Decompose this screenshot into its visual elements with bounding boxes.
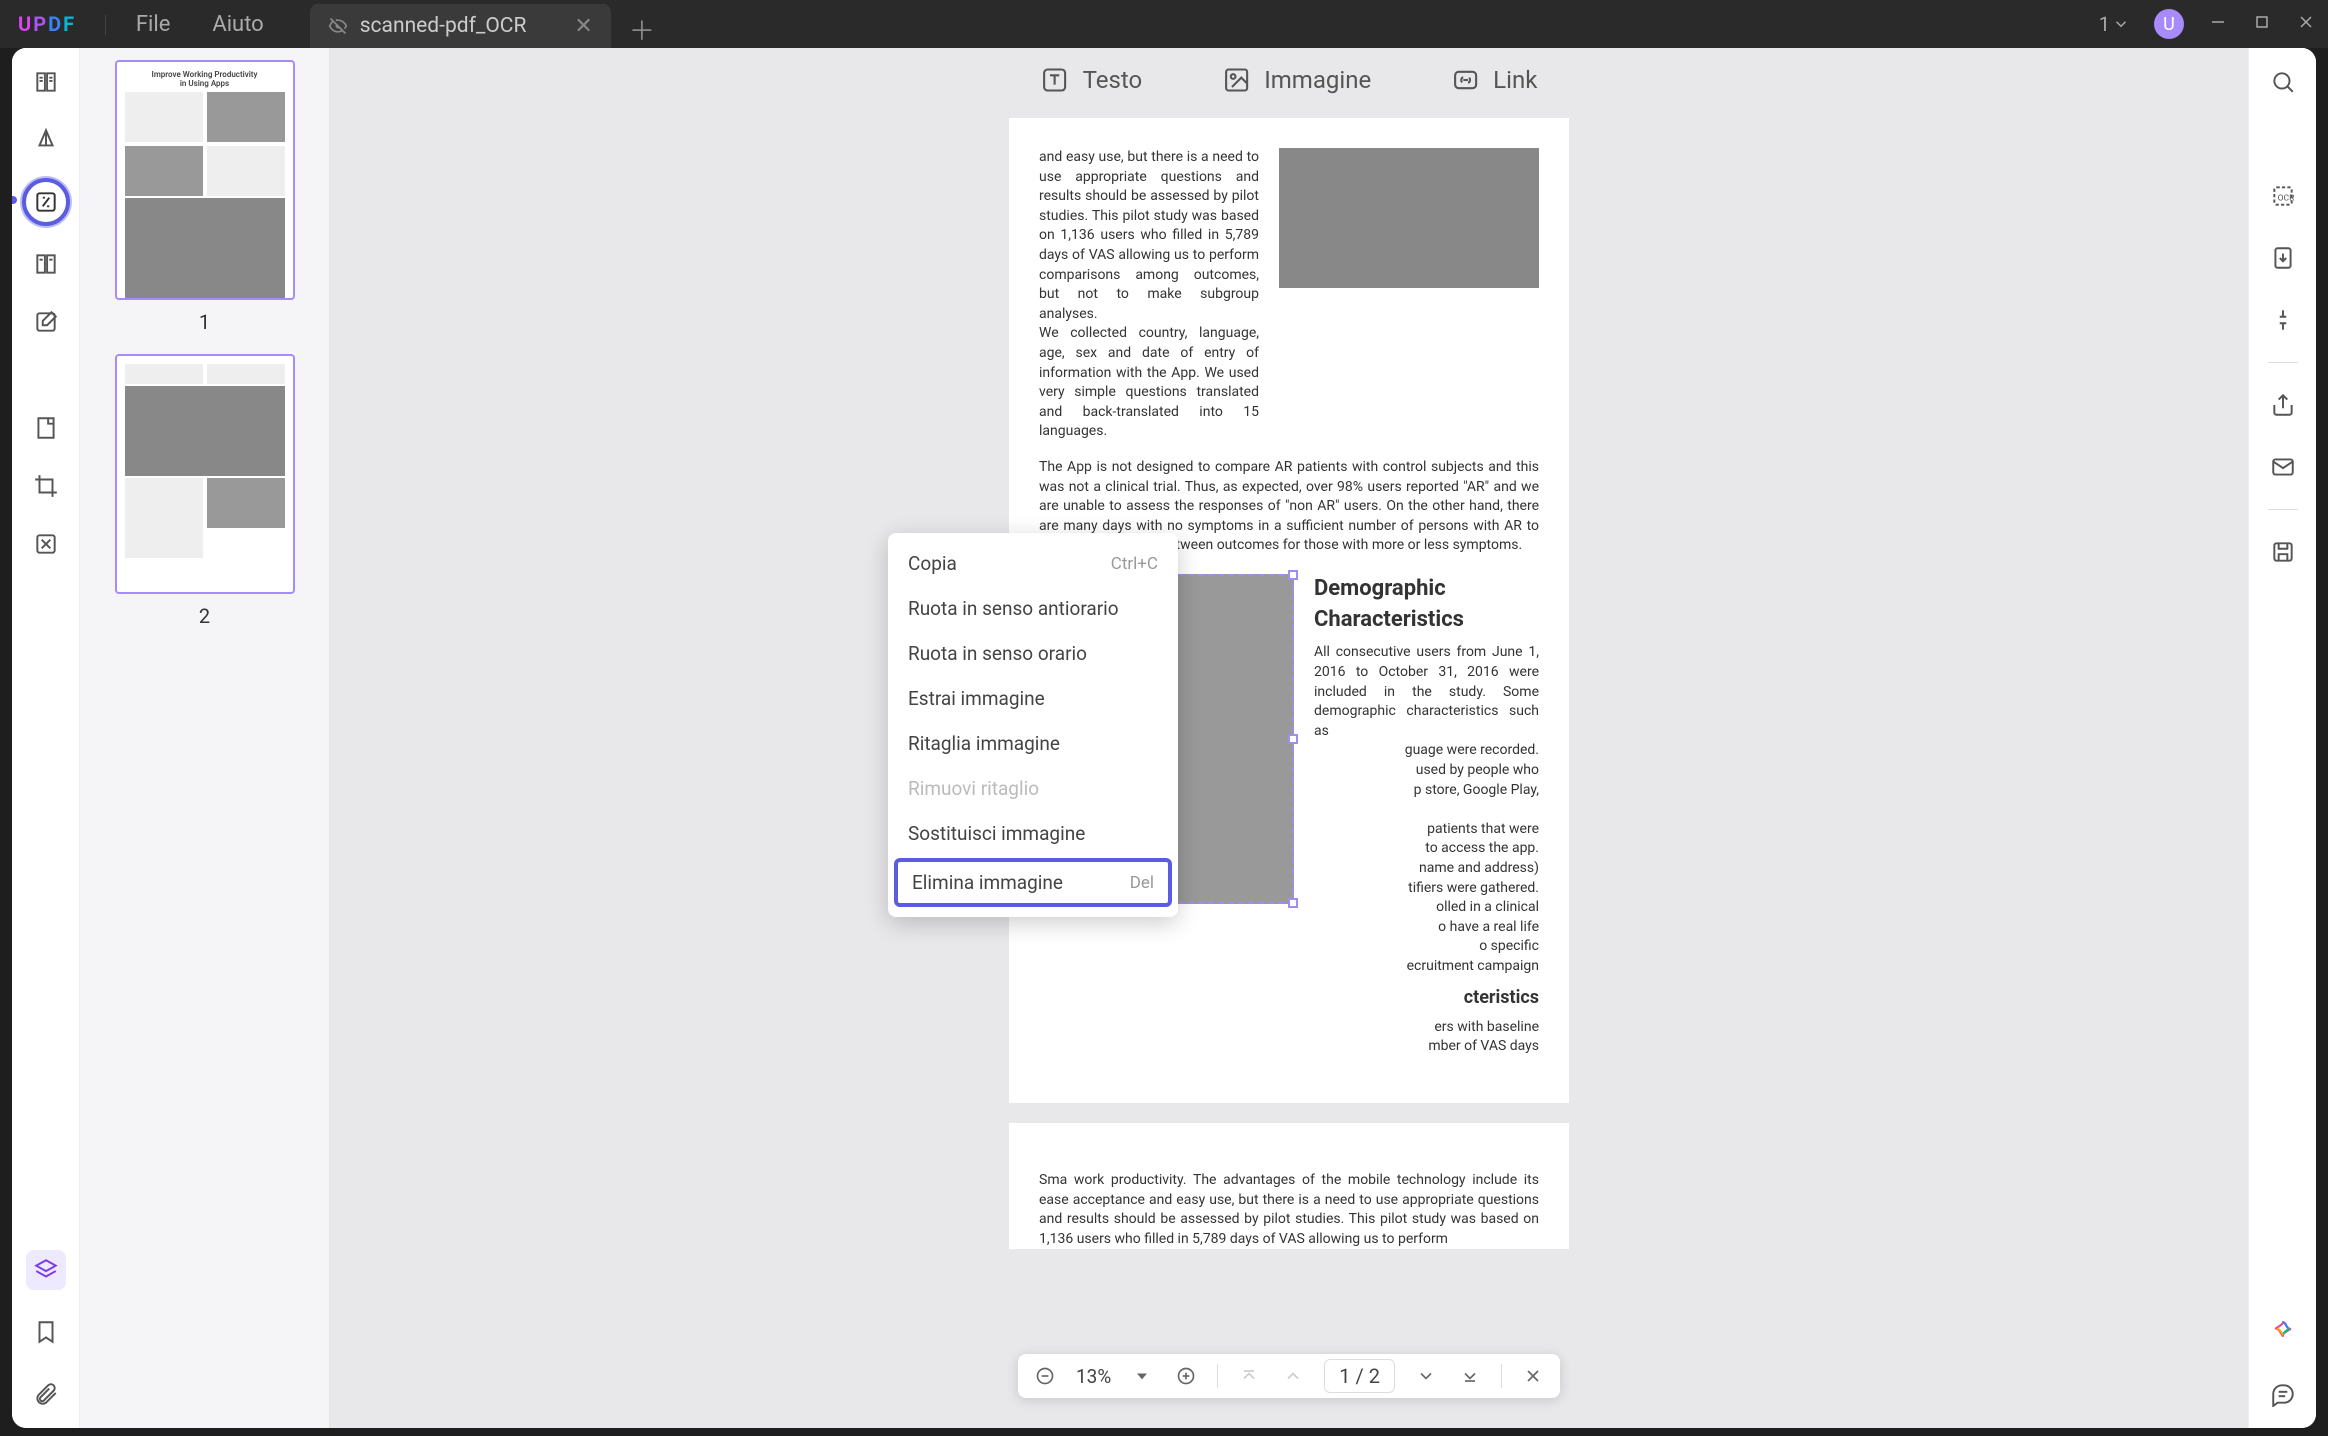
body-text: Sma work productivity. The advantages of…: [1039, 1171, 1539, 1249]
document-page-2[interactable]: Sma work productivity. The advantages of…: [1009, 1123, 1569, 1249]
resize-handle[interactable]: [1288, 898, 1298, 908]
active-tool-dot: [12, 196, 17, 204]
zoom-out-button[interactable]: [1032, 1363, 1058, 1389]
body-text: We collected country, language, age, sex…: [1039, 324, 1259, 442]
ctx-rotate-cw[interactable]: Ruota in senso orario: [888, 631, 1178, 676]
avatar[interactable]: U: [2154, 9, 2184, 39]
ai-icon: [2270, 1319, 2296, 1345]
new-tab-button[interactable]: ＋: [629, 11, 655, 48]
save-button[interactable]: [2263, 532, 2303, 572]
context-menu: Copia Ctrl+C Ruota in senso antiorario R…: [888, 533, 1178, 917]
ctx-extract[interactable]: Estrai immagine: [888, 676, 1178, 721]
close-button[interactable]: [2296, 14, 2316, 34]
thumbnail-number: 1: [199, 310, 210, 334]
link-icon: [1451, 66, 1479, 94]
resize-handle[interactable]: [1288, 734, 1298, 744]
thumbnail-page-1[interactable]: Improve Working Productivityin Using App…: [115, 60, 295, 300]
menu-file[interactable]: File: [136, 12, 171, 37]
image-icon: [1222, 66, 1250, 94]
page-tool[interactable]: [26, 408, 66, 448]
app-logo: UPDF: [18, 12, 75, 36]
separator: |: [103, 10, 108, 38]
ctx-rotate-ccw[interactable]: Ruota in senso antiorario: [888, 586, 1178, 631]
zoom-in-button[interactable]: [1173, 1363, 1199, 1389]
comment-tool[interactable]: [26, 120, 66, 160]
tab-link[interactable]: Link: [1451, 66, 1537, 94]
share-button[interactable]: [2263, 385, 2303, 425]
ctx-delete[interactable]: Elimina immagine Del: [894, 858, 1172, 907]
redact-tool[interactable]: [26, 524, 66, 564]
next-page-button[interactable]: [1413, 1363, 1439, 1389]
close-zoom-bar-button[interactable]: [1520, 1363, 1546, 1389]
tab-close-button[interactable]: ✕: [574, 14, 592, 39]
layers-tool[interactable]: [26, 1250, 66, 1290]
page-indicator[interactable]: 1: [2099, 12, 2130, 36]
ctx-replace[interactable]: Sostituisci immagine: [888, 811, 1178, 856]
left-toolbar: [12, 48, 80, 1428]
zoom-value: 13%: [1076, 1365, 1111, 1388]
fill-sign-tool[interactable]: [26, 302, 66, 342]
thumbnail-number: 2: [199, 604, 210, 628]
right-toolbar: OCR: [2248, 48, 2316, 1428]
tab-immagine[interactable]: Immagine: [1222, 66, 1371, 94]
attachment-tool[interactable]: [26, 1374, 66, 1414]
first-page-button[interactable]: [1236, 1363, 1262, 1389]
ctx-copy[interactable]: Copia Ctrl+C: [888, 541, 1178, 586]
body-text: All consecutive users from June 1, 2016 …: [1314, 643, 1539, 741]
compress-button[interactable]: [2263, 300, 2303, 340]
document-tab[interactable]: scanned-pdf_OCR ✕: [310, 4, 611, 48]
document-area: Testo Immagine Link and easy use, but th…: [330, 48, 2248, 1428]
page-input[interactable]: 1 / 2: [1324, 1359, 1395, 1393]
eye-off-icon: [328, 16, 348, 36]
svg-text:OCR: OCR: [2277, 193, 2295, 203]
bookmark-tool[interactable]: [26, 1312, 66, 1352]
ctx-crop[interactable]: Ritaglia immagine: [888, 721, 1178, 766]
resize-handle[interactable]: [1288, 570, 1298, 580]
email-button[interactable]: [2263, 447, 2303, 487]
zoom-bar: 13% 1 / 2: [1018, 1354, 1560, 1398]
prev-page-button[interactable]: [1280, 1363, 1306, 1389]
search-button[interactable]: [2263, 62, 2303, 102]
convert-button[interactable]: [2263, 238, 2303, 278]
section-title: Demographic Characteristics: [1314, 574, 1539, 636]
reader-tool[interactable]: [26, 62, 66, 102]
tab-label: scanned-pdf_OCR: [360, 14, 527, 38]
edit-tool[interactable]: [22, 178, 70, 226]
ctx-remove-crop: Rimuovi ritaglio: [888, 766, 1178, 811]
ai-assistant-button[interactable]: [2263, 1312, 2303, 1352]
chevron-down-icon: [2112, 15, 2130, 33]
menu-aiuto[interactable]: Aiuto: [212, 12, 263, 37]
zoom-dropdown[interactable]: [1129, 1363, 1155, 1389]
crop-tool[interactable]: [26, 466, 66, 506]
ocr-button[interactable]: OCR: [2263, 176, 2303, 216]
last-page-button[interactable]: [1457, 1363, 1483, 1389]
maximize-button[interactable]: [2252, 14, 2272, 34]
minimize-button[interactable]: [2208, 14, 2228, 34]
tab-testo[interactable]: Testo: [1041, 66, 1143, 94]
thumbnail-panel: Improve Working Productivityin Using App…: [80, 48, 330, 1428]
subsection-title: cteristics: [1314, 985, 1539, 1010]
organize-tool[interactable]: [26, 244, 66, 284]
thumbnail-page-2[interactable]: [115, 354, 295, 594]
chat-button[interactable]: [2263, 1374, 2303, 1414]
document-image[interactable]: [1279, 148, 1539, 288]
body-text: and easy use, but there is a need to use…: [1039, 148, 1259, 324]
text-icon: [1041, 66, 1069, 94]
